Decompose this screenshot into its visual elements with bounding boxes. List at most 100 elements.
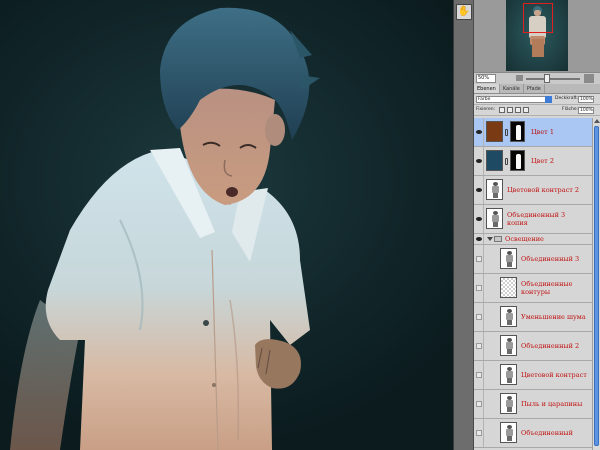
visibility-toggle[interactable] xyxy=(474,390,484,418)
navigator-thumbnail[interactable] xyxy=(506,0,568,71)
layer-thumbnail xyxy=(500,248,517,269)
layer-mask-thumbnail xyxy=(510,150,525,171)
layer-group-row[interactable]: Освещение xyxy=(474,234,592,245)
hidden-eye-icon xyxy=(476,256,482,262)
visibility-toggle[interactable] xyxy=(474,419,484,447)
layer-thumbnail xyxy=(500,277,517,298)
layers-scroll-thumb[interactable] xyxy=(594,126,599,446)
eye-icon xyxy=(476,237,482,241)
layer-name: Цвет 2 xyxy=(531,157,554,165)
right-panels: 50% Ebenen Kanäle Pfade Farbe Deckkraft:… xyxy=(474,0,600,450)
layer-row[interactable]: Объединенный 3 копия xyxy=(474,205,592,234)
hand-tool-icon[interactable]: ✋ xyxy=(456,4,472,20)
hidden-eye-icon xyxy=(476,285,482,291)
layer-mask-thumbnail xyxy=(510,121,525,142)
layers-panel-tabs: Ebenen Kanäle Pfade xyxy=(474,84,600,94)
layer-thumbnail xyxy=(500,306,517,327)
layer-row[interactable]: Объединенный xyxy=(474,419,592,448)
hidden-eye-icon xyxy=(476,372,482,378)
navigator-zoom-bar: 50% xyxy=(474,72,600,84)
opacity-label: Deckkraft: xyxy=(555,96,579,101)
tab-kanaele[interactable]: Kanäle xyxy=(500,84,524,93)
lock-transparent-icon[interactable] xyxy=(499,107,505,113)
folder-icon xyxy=(494,236,502,242)
layer-thumbnail xyxy=(500,393,517,414)
lock-position-icon[interactable] xyxy=(515,107,521,113)
layer-row[interactable]: Цвет 1 xyxy=(474,118,592,147)
blend-row: Farbe Deckkraft: 100% xyxy=(474,94,600,105)
zoom-out-icon[interactable] xyxy=(516,75,523,81)
layer-name-line2: контуры xyxy=(521,288,551,296)
layer-row[interactable]: Объединенный 3 xyxy=(474,245,592,274)
tab-pfade[interactable]: Pfade xyxy=(524,84,545,93)
navigator-view-box[interactable] xyxy=(523,3,553,33)
layer-list: Цвет 1 Цвет 2 Цветовой контраст 2 Объеди… xyxy=(474,118,592,450)
thumb-legs xyxy=(532,39,544,57)
visibility-toggle[interactable] xyxy=(474,332,484,360)
layer-thumbnail xyxy=(486,208,503,229)
layer-name-line1: Объединенные xyxy=(521,280,573,288)
layer-name: Уменьшение шума xyxy=(521,313,586,321)
hidden-eye-icon xyxy=(476,314,482,320)
layer-thumbnail xyxy=(500,364,517,385)
document-canvas[interactable] xyxy=(0,0,453,450)
visibility-toggle[interactable] xyxy=(474,234,484,244)
opacity-field[interactable]: 100% xyxy=(578,96,594,103)
eye-icon xyxy=(476,130,482,134)
navigator-zoom-slider[interactable] xyxy=(526,78,580,80)
layer-name-line2: копия xyxy=(507,219,528,227)
layer-row[interactable]: Цвет 2 xyxy=(474,147,592,176)
link-icon xyxy=(505,158,508,165)
layer-row[interactable]: Цветовой контраст 2 xyxy=(474,176,592,205)
lock-row: Fixieren: Fläche: 100% xyxy=(474,105,600,116)
scroll-up-arrow-icon[interactable] xyxy=(594,119,600,123)
eye-icon xyxy=(476,217,482,221)
navigator-zoom-field[interactable]: 50% xyxy=(476,74,496,83)
visibility-toggle[interactable] xyxy=(474,245,484,273)
layer-name: Цветовой контраст xyxy=(521,371,587,379)
visibility-toggle[interactable] xyxy=(474,303,484,331)
visibility-toggle[interactable] xyxy=(474,205,484,233)
layers-scrollbar[interactable] xyxy=(592,118,600,450)
layer-row[interactable]: Объединенный 2 xyxy=(474,332,592,361)
layer-row[interactable]: Цветовой контраст xyxy=(474,361,592,390)
hidden-eye-icon xyxy=(476,343,482,349)
eye-icon xyxy=(476,188,482,192)
eye-icon xyxy=(476,159,482,163)
zoom-in-icon[interactable] xyxy=(584,74,594,83)
tool-strip: ✋ xyxy=(453,0,474,450)
fill-layer-thumbnail xyxy=(486,121,503,142)
layer-thumbnail xyxy=(486,179,503,200)
visibility-toggle[interactable] xyxy=(474,361,484,389)
group-expand-arrow-icon[interactable] xyxy=(487,237,493,241)
fill-field[interactable]: 100% xyxy=(578,107,594,114)
navigator-zoom-slider-thumb[interactable] xyxy=(544,74,550,83)
layer-thumbnail xyxy=(500,335,517,356)
hidden-eye-icon xyxy=(476,430,482,436)
group-name: Освещение xyxy=(505,235,544,243)
layer-row[interactable]: Объединенные контуры xyxy=(474,274,592,303)
lock-pixels-icon[interactable] xyxy=(507,107,513,113)
visibility-toggle[interactable] xyxy=(474,176,484,204)
fill-label: Fläche: xyxy=(562,107,579,112)
tab-ebenen[interactable]: Ebenen xyxy=(474,84,500,93)
layer-row[interactable]: Пыль и царапины xyxy=(474,390,592,419)
layer-name: Цветовой контраст 2 xyxy=(507,186,580,194)
visibility-toggle[interactable] xyxy=(474,118,484,146)
lock-label: Fixieren: xyxy=(476,107,496,112)
fill-layer-thumbnail xyxy=(486,150,503,171)
lock-all-icon[interactable] xyxy=(523,107,529,113)
layer-row[interactable]: Уменьшение шума xyxy=(474,303,592,332)
visibility-toggle[interactable] xyxy=(474,147,484,175)
link-icon xyxy=(505,129,508,136)
layers-panel: Ebenen Kanäle Pfade Farbe Deckkraft: 100… xyxy=(474,84,600,450)
layer-thumbnail xyxy=(500,422,517,443)
blend-mode-select[interactable]: Farbe xyxy=(476,96,552,103)
layer-name: Пыль и царапины xyxy=(521,400,583,408)
hidden-eye-icon xyxy=(476,401,482,407)
layer-name-line1: Объединенный 3 xyxy=(507,211,566,219)
blend-mode-dropdown-icon[interactable] xyxy=(545,96,552,103)
photo-boy xyxy=(10,7,320,450)
layer-name: Объединенный 3 xyxy=(521,255,580,263)
visibility-toggle[interactable] xyxy=(474,274,484,302)
